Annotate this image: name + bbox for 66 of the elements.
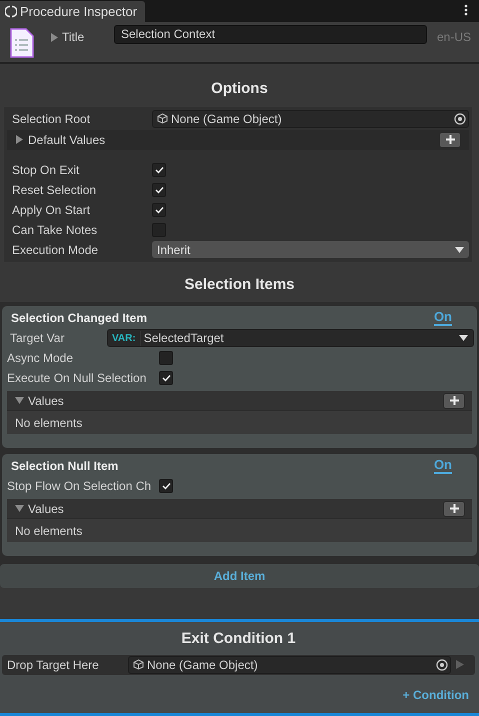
- collapsed-arrow-icon[interactable]: [15, 135, 24, 144]
- condition-title: Exit Condition 1: [180, 629, 297, 649]
- variable-value: SelectedTarget: [144, 330, 224, 347]
- checkbox[interactable]: [152, 202, 166, 216]
- field-label: Execution Mode: [11, 242, 100, 258]
- checkmark-icon: [162, 374, 170, 382]
- empty-list-text: No elements: [15, 522, 82, 540]
- kebab-menu-icon[interactable]: [464, 4, 468, 16]
- variable-dropdown[interactable]: VAR: SelectedTarget: [107, 329, 474, 347]
- caret-icon: [455, 246, 464, 252]
- add-button[interactable]: [443, 392, 465, 408]
- document-icon: [10, 28, 34, 58]
- list-label[interactable]: Values: [28, 500, 64, 518]
- target-icon[interactable]: [454, 112, 466, 124]
- object-field-value: None (Game Object): [147, 656, 258, 674]
- cube-icon: [157, 113, 168, 124]
- checkbox[interactable]: [159, 371, 173, 385]
- object-field-value: None (Game Object): [171, 110, 282, 128]
- add-button[interactable]: [443, 500, 465, 516]
- checkmark-icon: [154, 206, 164, 214]
- field-label: Reset Selection: [11, 182, 98, 198]
- window-tab[interactable]: Procedure Inspector: [0, 1, 146, 22]
- plus-icon: [446, 135, 454, 144]
- play-arrow-icon: [456, 660, 464, 669]
- section-heading: Selection Items: [183, 274, 296, 294]
- field-label: Execute On Null Selection: [6, 370, 148, 387]
- object-field[interactable]: None (Game Object): [128, 656, 451, 674]
- checkbox[interactable]: [152, 182, 166, 196]
- title-label: Title: [62, 29, 84, 46]
- checkmark-icon: [154, 186, 164, 194]
- checkbox[interactable]: [159, 351, 173, 365]
- foldout-label[interactable]: Default Values: [28, 130, 106, 148]
- caret-icon: [459, 335, 468, 341]
- collapsed-arrow-icon[interactable]: [50, 32, 59, 42]
- refresh-icon: [5, 5, 17, 18]
- object-field[interactable]: None (Game Object): [152, 110, 469, 128]
- field-label: Can Take Notes: [11, 222, 98, 238]
- field-label: Stop On Exit: [11, 162, 80, 178]
- checkmark-icon: [154, 166, 164, 174]
- add-button[interactable]: [439, 132, 461, 148]
- expanded-arrow-icon[interactable]: [15, 396, 24, 405]
- field-label: Target Var: [9, 330, 66, 347]
- title-field[interactable]: Selection Context: [114, 25, 427, 44]
- field-label: Selection Root: [11, 110, 92, 128]
- list-label[interactable]: Values: [28, 392, 64, 410]
- locale-label: en-US: [436, 29, 471, 46]
- empty-list-text: No elements: [15, 414, 82, 432]
- plus-icon: [450, 396, 458, 405]
- plus-icon: [450, 504, 458, 513]
- add-item-button[interactable]: Add Item: [0, 564, 479, 588]
- field-label: Apply On Start: [11, 202, 92, 218]
- field-label: Stop Flow On Selection Ch: [6, 478, 152, 495]
- cube-icon: [133, 659, 144, 670]
- checkbox[interactable]: [152, 162, 166, 176]
- expanded-arrow-icon[interactable]: [15, 504, 24, 513]
- target-icon[interactable]: [436, 658, 448, 670]
- checkmark-icon: [162, 482, 170, 490]
- dropdown[interactable]: Inherit: [152, 241, 469, 258]
- field-label: Drop Target Here: [6, 656, 100, 674]
- variable-tag: VAR:: [108, 330, 141, 346]
- add-condition-button[interactable]: + Condition: [396, 684, 475, 704]
- section-heading: Options: [210, 79, 269, 99]
- item-title: Selection Changed Item: [10, 310, 148, 327]
- checkbox[interactable]: [159, 479, 173, 493]
- item-title: Selection Null Item: [10, 458, 118, 475]
- field-label: Async Mode: [6, 350, 74, 367]
